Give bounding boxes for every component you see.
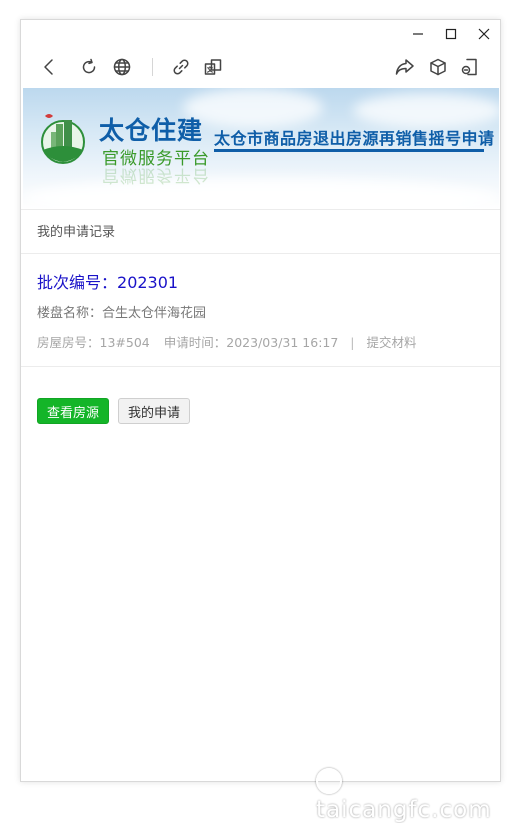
room-value: 13#504 xyxy=(99,335,150,350)
my-applications-button[interactable]: 我的申请 xyxy=(118,398,191,424)
minimize-icon[interactable] xyxy=(407,24,429,44)
view-listings-button[interactable]: 查看房源 xyxy=(37,398,110,424)
toolbar-separator xyxy=(152,58,153,76)
maximize-icon[interactable] xyxy=(440,24,462,44)
banner-underline xyxy=(214,149,484,152)
cube-icon[interactable] xyxy=(425,54,451,80)
close-icon[interactable] xyxy=(473,24,495,44)
watermark-logo-icon xyxy=(316,768,342,794)
time-label: 申请时间： xyxy=(163,335,227,350)
batch-label: 批次编号： xyxy=(37,273,118,292)
globe-icon[interactable] xyxy=(109,54,135,80)
room-label: 房屋房号： xyxy=(37,335,100,350)
header-banner: 太仓住建 官微服务平台 官微服务平台 太仓市商品房退出房源再销售摇号申请 xyxy=(23,88,499,209)
record-meta: 房屋房号：13#504 申请时间：2023/03/31 16:17 | 提交材料 xyxy=(37,332,417,351)
toolbar: 文 xyxy=(21,48,500,88)
brand-subtitle-reflection: 官微服务平台 xyxy=(102,165,210,185)
batch-value: 202301 xyxy=(117,273,179,292)
banner-title: 太仓市商品房退出房源再销售摇号申请 xyxy=(214,129,495,148)
project-value: 合生太仓伴海花园 xyxy=(102,306,207,321)
svg-text:文: 文 xyxy=(207,66,213,74)
project-label: 楼盘名称： xyxy=(37,306,103,321)
back-arrow-icon[interactable] xyxy=(36,54,62,80)
divider xyxy=(21,253,500,254)
translate-icon[interactable]: 文 xyxy=(200,54,226,80)
section-title: 我的申请记录 xyxy=(37,225,116,240)
meta-separator: | xyxy=(350,335,355,350)
share-icon[interactable] xyxy=(392,54,418,80)
time-value: 2023/03/31 16:17 xyxy=(226,335,339,350)
logo-icon xyxy=(41,114,85,164)
project-name: 楼盘名称：合生太仓伴海花园 xyxy=(37,302,206,321)
brand-name: 太仓住建 xyxy=(99,116,204,145)
mini-program-icon[interactable] xyxy=(457,54,483,80)
refresh-icon[interactable] xyxy=(76,54,102,80)
browser-window: 文 太仓住建 官微服务平台 官微服务平台 太仓市商品房退出房源再销售摇号申请 我… xyxy=(20,19,501,782)
batch-number[interactable]: 批次编号：202301 xyxy=(37,269,178,293)
submit-materials-link[interactable]: 提交材料 xyxy=(367,335,417,350)
site-watermark: taicangfc.com xyxy=(316,768,520,823)
title-bar xyxy=(21,20,500,48)
divider xyxy=(21,366,500,367)
link-icon[interactable] xyxy=(168,54,194,80)
divider xyxy=(21,209,500,210)
